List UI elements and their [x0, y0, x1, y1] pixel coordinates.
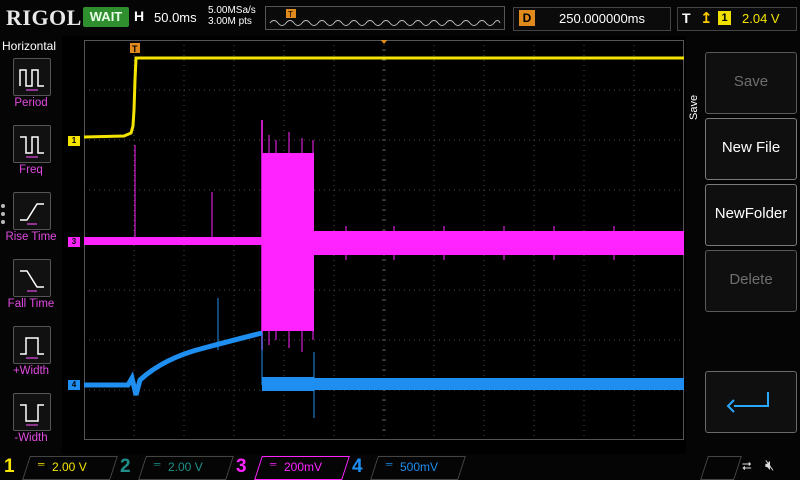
timebase-value: 50.0ms	[154, 10, 197, 25]
positive-width-icon	[13, 326, 51, 364]
rising-edge-icon: ↥	[700, 10, 713, 27]
horizontal-timebase[interactable]: H 50.0ms	[134, 8, 202, 28]
ch4-scale: 500mV	[400, 460, 439, 474]
rise-time-icon	[13, 192, 51, 230]
trigger-level: 2.04 V	[742, 11, 780, 26]
trigger-position-label: T	[288, 10, 293, 19]
brand-logo: RIGOL	[6, 5, 82, 30]
ch1-marker[interactable]: 1	[68, 136, 80, 146]
save-button-label: Save	[733, 73, 769, 90]
measure-positive-width[interactable]: +Width	[0, 326, 62, 388]
ch3-status[interactable]: 3 ═ 200mV	[236, 456, 350, 480]
ch4-marker[interactable]: 4	[68, 380, 80, 390]
save-menu-panel: Save Save New File NewFolder Delete	[686, 36, 800, 454]
waveform-display[interactable]: T 1 3 4	[68, 38, 685, 441]
waveform-canvas: T	[83, 38, 685, 441]
save-menu-title: Save	[688, 94, 700, 120]
dc-coupling-icon: ═	[386, 459, 393, 469]
dc-coupling-icon: ═	[154, 459, 161, 469]
measurement-panel: Horizontal Period Freq Rise Time Fall Ti…	[0, 36, 62, 454]
period-icon	[13, 58, 51, 96]
measure-rise-time[interactable]: Rise Time	[0, 192, 62, 254]
delete-button-label: Delete	[729, 271, 773, 288]
new-folder-button[interactable]: NewFolder	[705, 184, 797, 246]
measure-negative-width[interactable]: -Width	[0, 393, 62, 455]
measure-positive-width-label: +Width	[12, 365, 50, 377]
ch3-waveform	[84, 120, 684, 352]
trigger-source-channel: 1	[718, 11, 731, 25]
dc-coupling-icon: ═	[38, 459, 45, 469]
dc-coupling-icon: ═	[270, 459, 277, 469]
measurement-panel-title: Horizontal	[2, 39, 57, 53]
acquisition-info: 5.00MSa/s 3.00M pts	[208, 5, 256, 27]
memory-overview-waveform: T	[269, 9, 501, 26]
new-file-button-label: New File	[721, 139, 781, 156]
memory-depth: 3.00M pts	[208, 16, 252, 27]
memory-position-bar[interactable]: T	[265, 6, 505, 30]
ch2-status[interactable]: 2 ═ 2.00 V	[120, 456, 234, 480]
top-status-bar: RIGOL WAIT H 50.0ms 5.00MSa/s 3.00M pts …	[0, 0, 800, 36]
new-file-button[interactable]: New File	[705, 118, 797, 180]
return-arrow-icon	[726, 392, 769, 413]
trigger-box[interactable]: T ↥ 1 2.04 V	[677, 7, 797, 31]
bottom-bar-divider	[700, 456, 742, 480]
ch1-number: 1	[4, 456, 15, 477]
new-folder-button-label: NewFolder	[714, 205, 788, 222]
measure-period-label: Period	[14, 97, 48, 109]
delay-label: D	[519, 10, 535, 26]
frequency-icon	[13, 125, 51, 163]
ch1-scale: 2.00 V	[52, 460, 87, 474]
ch2-scale: 2.00 V	[168, 460, 203, 474]
svg-text:T: T	[132, 44, 138, 54]
horizontal-label: H	[134, 8, 145, 24]
ch4-status[interactable]: 4 ═ 500mV	[352, 456, 466, 480]
sample-rate: 5.00MSa/s	[208, 5, 256, 16]
measure-fall-time-label: Fall Time	[7, 298, 55, 310]
back-button[interactable]	[705, 371, 797, 433]
save-button[interactable]: Save	[705, 52, 797, 114]
delay-box[interactable]: D 250.000000ms	[513, 7, 671, 31]
measure-frequency-label: Freq	[19, 164, 43, 176]
ch2-number: 2	[120, 456, 131, 477]
ch4-number: 4	[352, 456, 363, 477]
usb-icon: ⮂	[742, 459, 752, 473]
ch3-marker[interactable]: 3	[68, 237, 80, 247]
measure-rise-time-label: Rise Time	[5, 231, 57, 243]
trigger-position-marker-top: T	[130, 43, 140, 54]
measure-fall-time[interactable]: Fall Time	[0, 259, 62, 321]
ch3-number: 3	[236, 456, 247, 477]
measure-negative-width-label: -Width	[14, 432, 48, 444]
delete-button[interactable]: Delete	[705, 250, 797, 312]
trigger-label: T	[682, 10, 691, 26]
delay-value: 250.000000ms	[559, 11, 646, 26]
run-state-badge[interactable]: WAIT	[83, 7, 129, 27]
mute-icon[interactable]: 🔇︎	[765, 457, 774, 474]
measure-frequency[interactable]: Freq	[0, 125, 62, 187]
fall-time-icon	[13, 259, 51, 297]
channel-status-bar: 1 ═ 2.00 V 2 ═ 2.00 V 3 ═ 200mV 4 ═ 500m…	[0, 454, 800, 480]
measure-period[interactable]: Period	[0, 58, 62, 120]
ch3-scale: 200mV	[284, 460, 323, 474]
ch1-status[interactable]: 1 ═ 2.00 V	[4, 456, 118, 480]
negative-width-icon	[13, 393, 51, 431]
